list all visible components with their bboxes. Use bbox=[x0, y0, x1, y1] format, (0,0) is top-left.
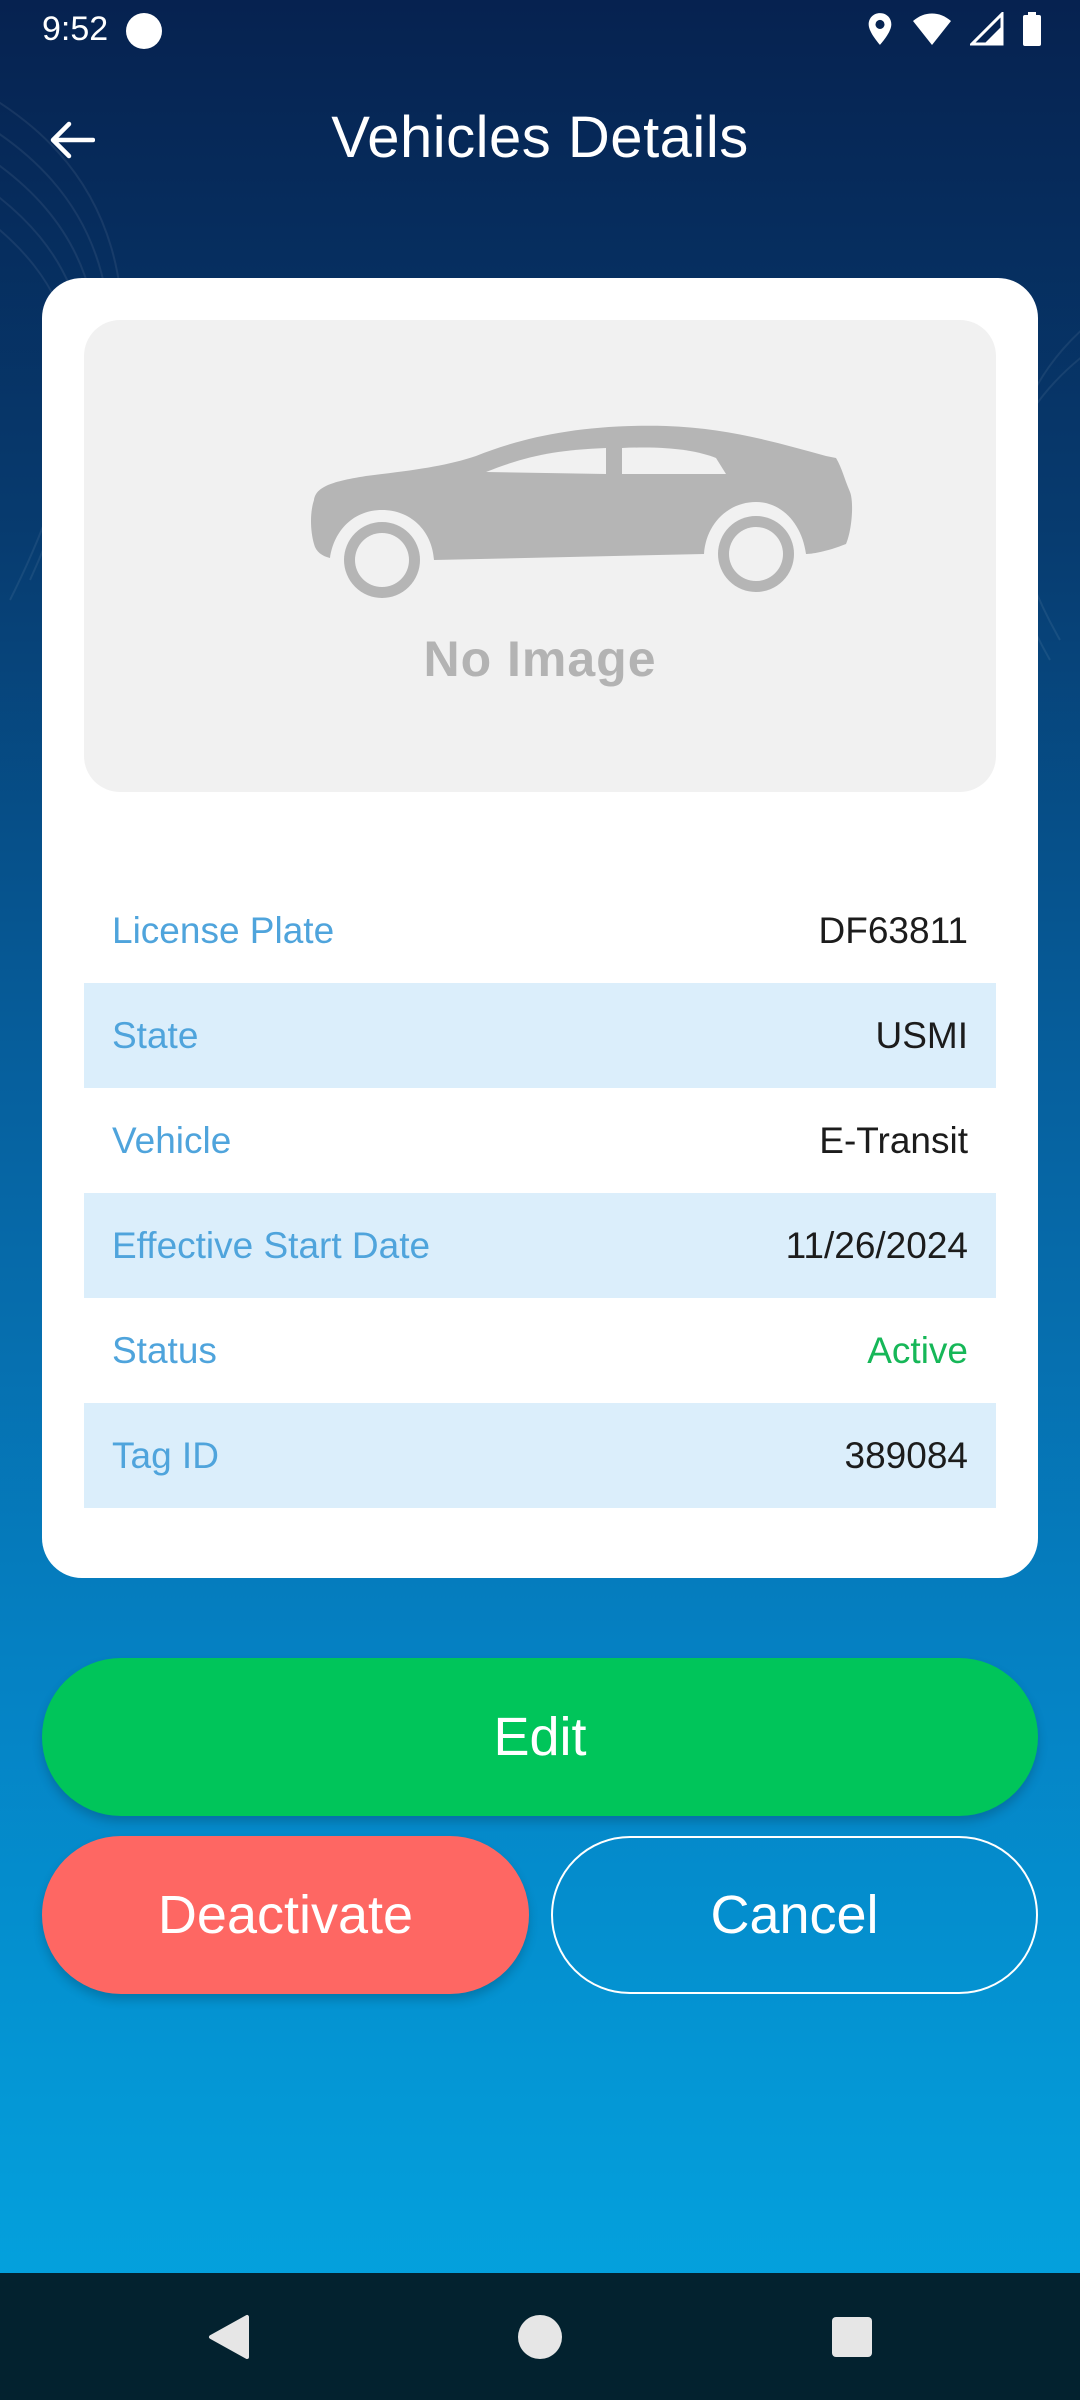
vehicle-image-placeholder[interactable]: No Image bbox=[84, 320, 996, 792]
app-bar: Vehicles Details bbox=[0, 90, 1080, 190]
edit-button[interactable]: Edit bbox=[42, 1658, 1038, 1816]
detail-label: Status bbox=[112, 1329, 217, 1371]
detail-row-tag-id: Tag ID 389084 bbox=[84, 1403, 996, 1508]
nav-home-icon[interactable] bbox=[514, 2311, 566, 2363]
detail-value: 11/26/2024 bbox=[785, 1224, 968, 1266]
details-list: License Plate DF63811 State USMI Vehicle… bbox=[84, 878, 996, 1508]
detail-row-status: Status Active bbox=[84, 1298, 996, 1403]
detail-label: State bbox=[112, 1014, 199, 1056]
location-pin-icon bbox=[868, 13, 892, 45]
wifi-icon bbox=[913, 13, 951, 45]
page-title: Vehicles Details bbox=[331, 105, 749, 170]
detail-value: 389084 bbox=[844, 1434, 968, 1476]
detail-row-state: State USMI bbox=[84, 983, 996, 1088]
detail-value: E-Transit bbox=[819, 1119, 968, 1161]
detail-row-vehicle: Vehicle E-Transit bbox=[84, 1088, 996, 1193]
no-image-label: No Image bbox=[423, 631, 657, 687]
notification-dot-icon bbox=[126, 13, 162, 49]
nav-recents-icon[interactable] bbox=[826, 2311, 878, 2363]
system-nav-bar bbox=[0, 2273, 1080, 2400]
detail-value: USMI bbox=[875, 1014, 969, 1056]
status-bar: 9:52 bbox=[0, 0, 1080, 62]
cell-signal-icon bbox=[970, 12, 1004, 46]
battery-icon bbox=[1023, 12, 1041, 46]
cancel-button[interactable]: Cancel bbox=[551, 1836, 1038, 1994]
detail-row-effective-start-date: Effective Start Date 11/26/2024 bbox=[84, 1193, 996, 1298]
detail-row-license-plate: License Plate DF63811 bbox=[84, 878, 996, 983]
detail-label: Effective Start Date bbox=[112, 1224, 431, 1266]
deactivate-button[interactable]: Deactivate bbox=[42, 1836, 529, 1994]
car-icon bbox=[311, 425, 853, 598]
detail-value: DF63811 bbox=[818, 909, 968, 951]
status-time: 9:52 bbox=[42, 10, 109, 48]
detail-label: License Plate bbox=[112, 909, 335, 951]
detail-label: Vehicle bbox=[112, 1119, 232, 1161]
vehicle-details-card: No Image License Plate DF63811 State USM… bbox=[42, 278, 1038, 1578]
detail-label: Tag ID bbox=[112, 1434, 219, 1476]
nav-back-icon[interactable] bbox=[203, 2311, 255, 2363]
status-value: Active bbox=[867, 1329, 968, 1371]
status-icons bbox=[866, 12, 1042, 46]
